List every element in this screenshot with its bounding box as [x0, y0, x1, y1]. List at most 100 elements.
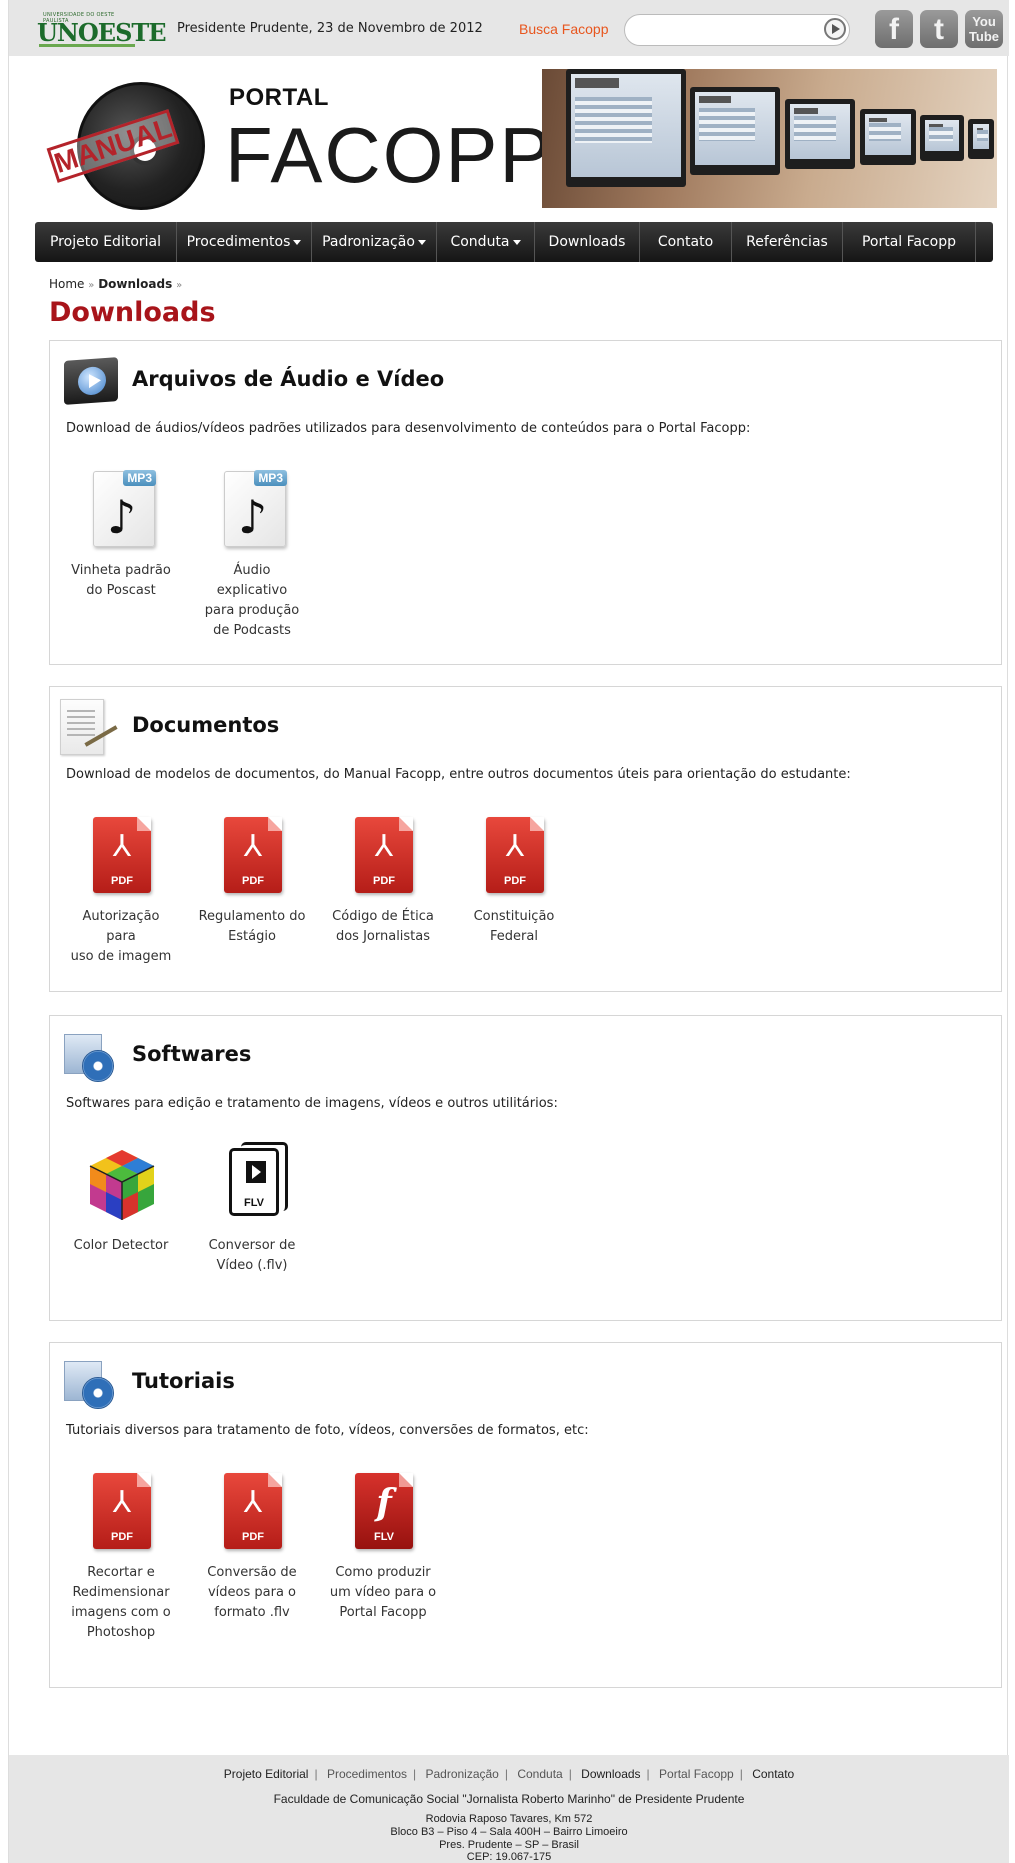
download-item-label: Conversão de vídeos para o formato .flv — [207, 1565, 297, 1620]
pdf-file-icon: ⅄ PDF — [93, 817, 151, 893]
twitter-icon[interactable]: t — [920, 10, 958, 48]
nav-item-label: Portal Facopp — [861, 234, 957, 250]
search-submit-icon[interactable] — [824, 18, 846, 40]
youtube-icon-text-1: You — [972, 14, 996, 29]
footer-link-conduta[interactable]: Conduta — [517, 1767, 562, 1781]
pdf-file-icon: ⅄ PDF — [224, 1473, 282, 1549]
flash-video-icon: f FLV — [355, 1473, 413, 1549]
nav-item-projeto-editorial[interactable]: Projeto Editorial — [35, 222, 177, 262]
nav-item-conduta[interactable]: Conduta — [437, 222, 535, 262]
footer-address: Rodovia Raposo Tavares, Km 572 — [425, 1813, 593, 1825]
section-description: Download de áudios/vídeos padrões utiliz… — [66, 421, 751, 436]
banner-monitor — [968, 119, 994, 159]
section-audio-video: Arquivos de Áudio e Vídeo Download de áu… — [49, 340, 1002, 665]
search-input[interactable] — [624, 14, 850, 46]
pdf-file-icon: ⅄ PDF — [224, 817, 282, 893]
document-icon — [60, 699, 104, 755]
footer-link-downloads[interactable]: Downloads — [581, 1767, 640, 1781]
software-box-icon — [64, 1353, 116, 1409]
unoeste-logo-text: UNOESTE — [37, 18, 167, 47]
unoeste-logo[interactable]: UNIVERSIDADE DO OESTE PAULISTA UNOESTE — [37, 12, 167, 47]
youtube-icon[interactable]: You Tube — [965, 10, 1003, 48]
breadcrumb: Home » Downloads » — [49, 277, 182, 291]
download-item-label: Vinheta padrão do Poscast — [71, 563, 171, 598]
nav-item-downloads[interactable]: Downloads — [535, 222, 640, 262]
section-icon — [60, 699, 120, 755]
nav-item-label: Projeto Editorial — [49, 234, 161, 250]
chevron-down-icon — [512, 239, 521, 245]
footer-link-projeto-editorial[interactable]: Projeto Editorial — [224, 1767, 309, 1781]
download-item-label: Constituição Federal — [473, 909, 555, 944]
section-title: Tutoriais — [132, 1369, 235, 1393]
nav-item-label: Referências — [746, 234, 828, 250]
footer-address: Pres. Prudente – SP – Brasil — [439, 1839, 579, 1851]
nav-item-padronizacao[interactable]: Padronização — [312, 222, 437, 262]
flv-file-icon: FLV — [229, 1142, 288, 1216]
color-cube-icon — [89, 1150, 155, 1220]
section-documentos: Documentos Download de modelos de docume… — [49, 686, 1002, 992]
nav-item-label: Contato — [657, 234, 714, 250]
download-item-label: Recortar e Redimensionar imagens com o Phot… — [71, 1565, 171, 1640]
nav-item-label: Padronização — [322, 234, 415, 250]
banner-monitor — [785, 99, 855, 169]
section-icon — [64, 1026, 120, 1082]
nav-item-procedimentos[interactable]: Procedimentos — [177, 222, 312, 262]
nav-item-referencias[interactable]: Referências — [732, 222, 843, 262]
download-item-label: Código de Ética dos Jornalistas — [332, 909, 434, 944]
banner-monitor — [690, 87, 780, 175]
footer-address: Bloco B3 – Piso 4 – Sala 400H – Bairro L… — [390, 1826, 628, 1838]
download-item-label: Conversor de Vídeo (.flv) — [208, 1238, 296, 1273]
mp3-file-icon: MP3 ♪ — [224, 470, 287, 547]
banner-monitor — [860, 109, 916, 165]
footer-address: CEP: 19.067-175 — [466, 1851, 552, 1863]
download-item-label: Regulamento do Estágio — [198, 909, 306, 944]
section-icon — [64, 1353, 120, 1409]
download-item-label: Color Detector — [73, 1238, 169, 1253]
section-description: Tutoriais diversos para tratamento de fo… — [66, 1423, 589, 1438]
breadcrumb-separator: » — [88, 280, 95, 291]
footer-link-procedimentos[interactable]: Procedimentos — [327, 1767, 407, 1781]
download-item-label: Autorização para uso de imagem — [70, 909, 172, 964]
breadcrumb-separator: » — [176, 280, 183, 291]
section-description: Download de modelos de documentos, do Ma… — [66, 767, 851, 782]
footer-link-contato[interactable]: Contato — [752, 1767, 794, 1781]
pdf-file-icon: ⅄ PDF — [355, 817, 413, 893]
unoeste-logo-underline — [39, 44, 135, 47]
chevron-down-icon — [293, 239, 302, 245]
section-icon — [64, 357, 118, 405]
software-box-icon — [64, 1026, 116, 1082]
download-item-label: Como produzir um vídeo para o Portal Facop… — [329, 1565, 437, 1620]
facebook-icon[interactable]: f — [875, 10, 913, 48]
header-banner-image — [542, 69, 997, 208]
logo-facopp-text: FACOPP — [225, 111, 554, 199]
video-player-icon — [64, 357, 118, 405]
current-date: Presidente Prudente, 23 de Novembro de 2… — [177, 21, 483, 36]
pdf-file-icon: ⅄ PDF — [93, 1473, 151, 1549]
mp3-file-icon: MP3 ♪ — [93, 470, 156, 547]
pdf-file-icon: ⅄ PDF — [486, 817, 544, 893]
nav-item-label: Procedimentos — [186, 234, 291, 250]
logo-portal-text: PORTAL — [229, 84, 329, 111]
nav-item-portal-facopp[interactable]: Portal Facopp — [843, 222, 976, 262]
footer-link-padronizacao[interactable]: Padronização — [425, 1767, 498, 1781]
page-title: Downloads — [49, 297, 216, 328]
footer-links: Projeto Editorial | Procedimentos | Padron… — [223, 1767, 795, 1781]
section-title: Softwares — [132, 1042, 252, 1066]
chevron-down-icon — [417, 239, 426, 245]
nav-item-label: Conduta — [450, 234, 510, 250]
top-bar: UNIVERSIDADE DO OESTE PAULISTA UNOESTE P… — [9, 0, 1009, 56]
banner-monitor — [566, 69, 686, 187]
page: UNIVERSIDADE DO OESTE PAULISTA UNOESTE P… — [8, 0, 1009, 1863]
portal-facopp-logo[interactable]: MANUAL PORTAL FACOPP — [46, 76, 551, 216]
footer: Projeto Editorial | Procedimentos | Padron… — [9, 1755, 1009, 1863]
section-tutoriais: Tutoriais Tutoriais diversos para tratam… — [49, 1342, 1002, 1688]
footer-institution: Faculdade de Comunicação Social "Jornali… — [273, 1792, 745, 1806]
search-label: Busca Facopp — [519, 21, 609, 37]
footer-link-portal-facopp[interactable]: Portal Facopp — [659, 1767, 734, 1781]
nav-item-label: Downloads — [548, 234, 626, 250]
section-description: Softwares para edição e tratamento de im… — [66, 1096, 558, 1111]
download-item-label: Áudio explicativo para produção de Podcast… — [204, 563, 300, 638]
nav-item-contato[interactable]: Contato — [640, 222, 732, 262]
breadcrumb-current: Downloads — [98, 277, 173, 291]
breadcrumb-home-link[interactable]: Home — [49, 277, 84, 291]
